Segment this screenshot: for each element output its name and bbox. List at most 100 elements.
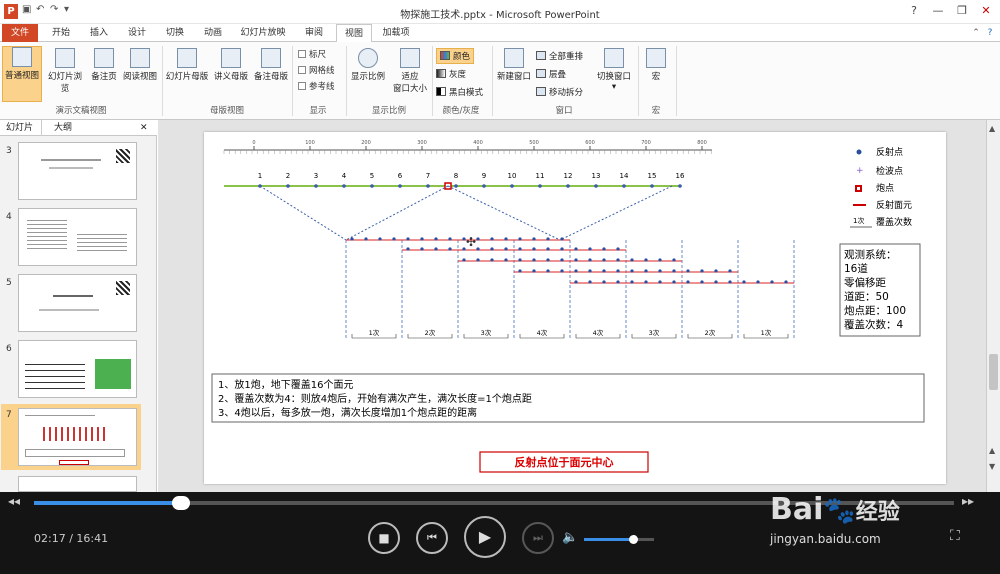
volume-slider[interactable]: [584, 535, 654, 544]
tab-design[interactable]: 设计: [120, 24, 154, 42]
color-button[interactable]: 颜色: [436, 48, 475, 64]
stop-button[interactable]: ■: [368, 522, 400, 554]
next-button[interactable]: ⏭: [522, 522, 554, 554]
macros-button[interactable]: 宏: [642, 48, 670, 82]
slide-thumbnail-6[interactable]: [18, 340, 137, 398]
scrollbar-thumb[interactable]: [989, 354, 998, 390]
cascade-icon: [536, 69, 546, 78]
receiver-point: [566, 184, 570, 188]
notes-page-button[interactable]: 备注页: [88, 48, 120, 82]
ruler-checkbox[interactable]: 标尺: [298, 48, 326, 60]
station-number: 3: [314, 172, 318, 180]
switch-windows-button[interactable]: 切换窗口 ▾: [594, 48, 634, 92]
next-slide-icon[interactable]: ▼: [989, 462, 995, 471]
progress-knob[interactable]: [172, 496, 191, 510]
reflection-point: [420, 247, 424, 251]
window-title: 物探施工技术.pptx - Microsoft PowerPoint: [400, 10, 600, 21]
reading-view-button[interactable]: 阅读视图: [120, 48, 160, 82]
slide-master-button[interactable]: 幻灯片母版: [164, 48, 210, 82]
reflection-point: [420, 237, 424, 241]
play-button[interactable]: ▶: [464, 516, 506, 558]
reflection-point: [644, 258, 648, 262]
coverage-label: 2次: [425, 328, 436, 337]
notes-master-button[interactable]: 备注母版: [252, 48, 290, 82]
move-split-button[interactable]: 移动拆分: [536, 86, 583, 98]
reflection-point: [714, 280, 718, 284]
group-label-window: 窗口: [555, 106, 573, 116]
tab-slides[interactable]: 幻灯片: [6, 120, 42, 136]
panel-close-icon[interactable]: ✕: [140, 120, 152, 136]
legend-coverage: 覆盖次数: [876, 216, 912, 228]
separator: [676, 46, 677, 116]
slide-sorter-button[interactable]: 幻灯片浏览: [44, 48, 86, 94]
reading-view-icon: [130, 48, 150, 68]
reflection-point: [532, 269, 536, 273]
rewind-icon[interactable]: ◂◂: [8, 494, 20, 508]
tab-addins[interactable]: 加载项: [376, 24, 416, 42]
reflection-point: [504, 247, 508, 251]
previous-button[interactable]: ⏮: [416, 522, 448, 554]
gridlines-checkbox[interactable]: 网格线: [298, 64, 335, 76]
reflection-point: [574, 258, 578, 262]
tab-file[interactable]: 文件: [2, 24, 38, 42]
help-circle-icon[interactable]: ?: [984, 24, 996, 42]
vertical-scrollbar[interactable]: ▲ ▲ ▼: [986, 120, 1000, 492]
scroll-up-icon[interactable]: ▲: [989, 124, 995, 133]
arrange-all-button[interactable]: 全部重排: [536, 50, 583, 62]
minimize-button[interactable]: —: [926, 3, 950, 19]
reflection-point: [602, 258, 606, 262]
new-window-button[interactable]: 新建窗口: [494, 48, 534, 82]
reflection-point: [392, 237, 396, 241]
tab-home[interactable]: 开始: [44, 24, 78, 42]
skip-forward-icon: ⏭: [533, 531, 543, 544]
black-white-button[interactable]: 黑白模式: [436, 86, 483, 98]
normal-view-button[interactable]: 普通视图: [2, 46, 42, 102]
tab-transitions[interactable]: 切换: [158, 24, 192, 42]
slide-thumbnail-5[interactable]: [18, 274, 137, 332]
fit-window-button[interactable]: 适应 窗口大小: [390, 48, 430, 94]
handout-master-button[interactable]: 讲义母版: [212, 48, 250, 82]
receiver-point: [510, 184, 514, 188]
zoom-button[interactable]: 显示比例: [350, 48, 386, 82]
station-number: 11: [536, 172, 545, 180]
reflection-point: [602, 280, 606, 284]
ribbon-view: 普通视图 幻灯片浏览 备注页 阅读视图 演示文稿视图 幻灯片母版 讲义母版 备注…: [0, 42, 1000, 120]
fullscreen-icon[interactable]: ⛶: [950, 528, 960, 544]
restore-button[interactable]: ❐: [950, 3, 974, 19]
ruler-label: 400: [473, 140, 483, 146]
prev-slide-icon[interactable]: ▲: [989, 446, 995, 455]
reflection-point: [574, 280, 578, 284]
tab-animations[interactable]: 动画: [196, 24, 230, 42]
ribbon-collapse-icon[interactable]: ⌃: [970, 24, 982, 42]
fast-forward-icon[interactable]: ▸▸: [962, 494, 974, 508]
tab-view[interactable]: 视图: [336, 24, 372, 43]
legend-reflection-marker: [856, 149, 862, 155]
reflection-point: [588, 280, 592, 284]
coverage-label: 2次: [705, 328, 716, 337]
tab-review[interactable]: 审阅: [296, 24, 332, 42]
reflection-point: [560, 247, 564, 251]
receiver-point: [482, 184, 486, 188]
tab-insert[interactable]: 插入: [82, 24, 116, 42]
slide-thumbnail-8[interactable]: [18, 476, 137, 492]
legend-receiver: 检波点: [876, 165, 903, 177]
slide-thumbnail-7[interactable]: [18, 408, 137, 466]
reflection-point: [616, 280, 620, 284]
grayscale-button[interactable]: 灰度: [436, 68, 466, 80]
help-icon[interactable]: ?: [902, 3, 926, 19]
title-bar: P ▣ ↶ ↷ ▾ 物探施工技术.pptx - Microsoft PowerP…: [0, 0, 1000, 24]
tab-slideshow[interactable]: 幻灯片放映: [234, 24, 292, 42]
reflection-point: [378, 237, 382, 241]
volume-knob[interactable]: [629, 535, 638, 544]
tab-outline[interactable]: 大纲: [54, 120, 84, 136]
close-button[interactable]: ✕: [974, 3, 998, 19]
reflection-point: [630, 269, 634, 273]
reflection-point: [700, 280, 704, 284]
slide-thumbnail-4[interactable]: [18, 208, 137, 266]
volume-icon[interactable]: 🔈: [562, 530, 578, 545]
cascade-button[interactable]: 层叠: [536, 68, 566, 80]
guides-checkbox[interactable]: 参考线: [298, 80, 335, 92]
legend-shot-marker: [855, 185, 862, 192]
station-number: 14: [620, 172, 629, 180]
slide-thumbnail-3[interactable]: [18, 142, 137, 200]
